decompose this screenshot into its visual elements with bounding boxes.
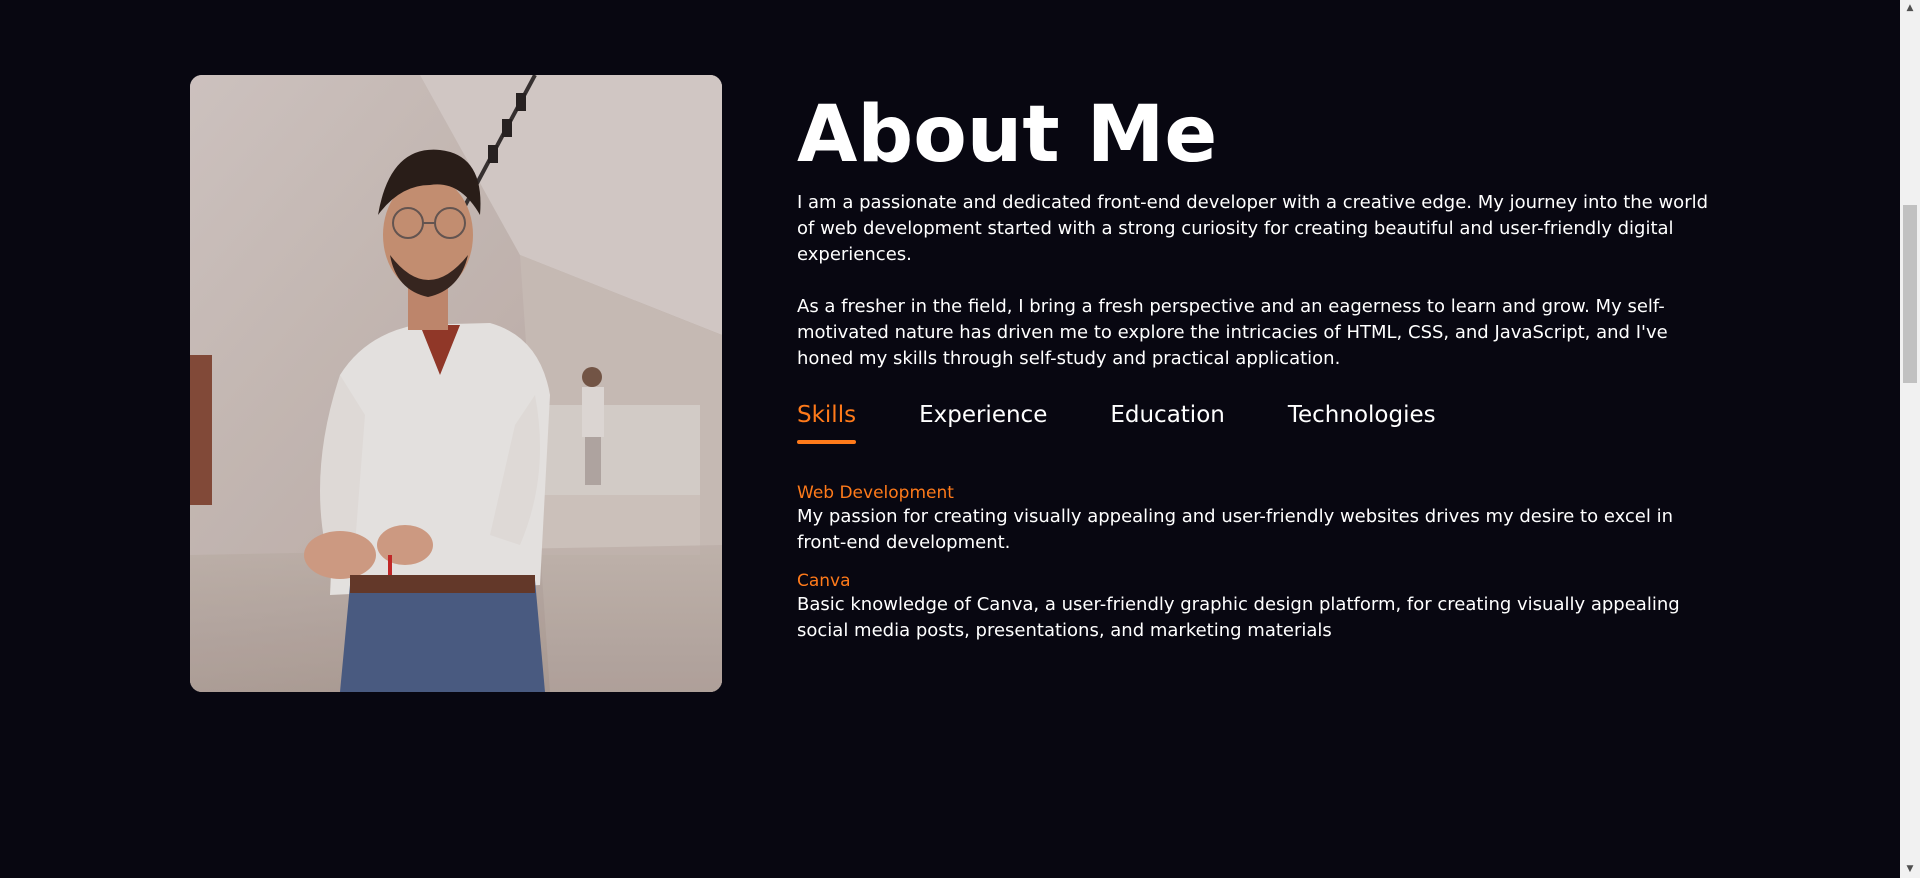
skill-description: Basic knowledge of Canva, a user-friendl…: [797, 594, 1680, 641]
about-section: About Me I am a passionate and dedicated…: [0, 0, 1920, 878]
about-paragraph-2: As a fresher in the field, I bring a fre…: [797, 296, 1668, 369]
tab-education[interactable]: Education: [1110, 400, 1225, 444]
list-item: Canva Basic knowledge of Canva, a user-f…: [797, 570, 1717, 644]
about-content: About Me I am a passionate and dedicated…: [797, 80, 1717, 658]
scrollbar-thumb[interactable]: [1903, 205, 1917, 383]
tab-skills[interactable]: Skills: [797, 400, 857, 444]
about-paragraph-1: I am a passionate and dedicated front-en…: [797, 192, 1709, 265]
triangle-up-icon[interactable]: ▲: [1900, 0, 1920, 17]
tab-experience[interactable]: Experience: [919, 400, 1047, 444]
vertical-scrollbar[interactable]: ▲ ▼: [1900, 0, 1920, 878]
list-item: Web Development My passion for creating …: [797, 482, 1717, 556]
skill-description: My passion for creating visually appeali…: [797, 506, 1674, 553]
page-title: About Me: [797, 90, 1218, 180]
profile-photo: [190, 75, 722, 692]
tab-technologies[interactable]: Technologies: [1288, 400, 1436, 444]
skill-title: Canva: [797, 571, 851, 591]
about-tabs: Skills Experience Education Technologies: [797, 400, 1717, 444]
triangle-down-icon[interactable]: ▼: [1900, 861, 1920, 878]
skill-title: Web Development: [797, 483, 954, 503]
skills-panel: Web Development My passion for creating …: [797, 482, 1717, 644]
